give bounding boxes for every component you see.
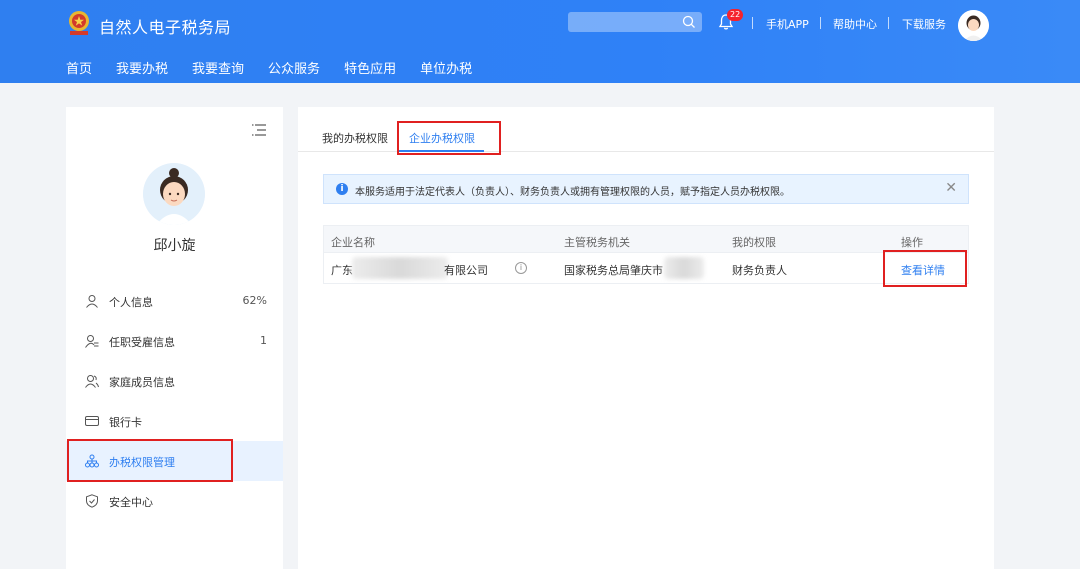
tab-bar: 我的办税权限 企业办税权限 xyxy=(298,107,994,152)
main-panel: 我的办税权限 企业办税权限 i 本服务适用于法定代表人（负责人）、财务负责人或拥… xyxy=(298,107,994,569)
app-title: 自然人电子税务局 xyxy=(99,18,232,37)
person-icon xyxy=(86,295,98,308)
tab-my-tax-permission[interactable]: 我的办税权限 xyxy=(322,130,388,146)
family-icon xyxy=(85,375,99,388)
tax-emblem-icon[interactable] xyxy=(66,9,92,37)
avatar-face-icon xyxy=(958,10,989,41)
my-permission: 财务负责人 xyxy=(732,264,787,277)
active-tab-indicator xyxy=(398,150,484,152)
sidebar-item-label: 任职受雇信息 xyxy=(109,336,175,349)
shield-icon xyxy=(86,494,98,508)
nav-file-tax[interactable]: 我要办税 xyxy=(116,58,168,77)
nav-public-services[interactable]: 公众服务 xyxy=(268,58,320,77)
header-divider xyxy=(888,17,889,29)
main-nav: 首页 我要办税 我要查询 公众服务 特色应用 单位办税 xyxy=(66,58,496,77)
user-avatar[interactable] xyxy=(958,10,989,41)
info-circle-icon[interactable]: i xyxy=(515,262,527,274)
sidebar-item-count: 1 xyxy=(260,334,267,347)
notice-text: 本服务适用于法定代表人（负责人）、财务负责人或拥有管理权限的人员，赋予指定人员办… xyxy=(355,187,790,198)
nav-featured-apps[interactable]: 特色应用 xyxy=(344,58,396,77)
table-row: 广东 有限公司 i 国家税务总局肇庆市 财务负责人 查看详情 xyxy=(323,253,969,284)
avatar-face-icon xyxy=(143,163,205,225)
help-center-link[interactable]: 帮助中心 xyxy=(833,16,877,32)
nav-query[interactable]: 我要查询 xyxy=(192,58,244,77)
enterprise-table: 企业名称 主管税务机关 我的权限 操作 广东 有限公司 i 国家税务总局肇庆市 … xyxy=(323,225,969,284)
column-header-permission: 我的权限 xyxy=(732,236,776,249)
sidebar-item-bank-card[interactable]: 银行卡 xyxy=(66,401,283,441)
sidebar-item-label: 银行卡 xyxy=(109,416,142,429)
sidebar-item-security[interactable]: 安全中心 xyxy=(66,481,283,521)
notification-badge: 22 xyxy=(727,9,744,21)
mobile-app-link[interactable]: 手机APP xyxy=(766,16,809,32)
tax-authority: 国家税务总局肇庆市 xyxy=(564,264,663,277)
notice-banner: i 本服务适用于法定代表人（负责人）、财务负责人或拥有管理权限的人员，赋予指定人… xyxy=(323,174,969,204)
bank-card-icon xyxy=(85,416,99,426)
profile-name: 邱小旋 xyxy=(153,238,196,254)
sidebar: 邱小旋 个人信息 62% 任职受雇信息 1 家庭成员信息 银行卡 办税权限管理 … xyxy=(66,107,283,569)
sidebar-item-label: 个人信息 xyxy=(109,296,153,309)
tab-enterprise-tax-permission[interactable]: 企业办税权限 xyxy=(409,130,475,146)
menu-toggle-icon[interactable] xyxy=(252,124,266,136)
view-details-link[interactable]: 查看详情 xyxy=(901,262,945,278)
sidebar-item-count: 62% xyxy=(242,294,267,307)
column-header-tax-authority: 主管税务机关 xyxy=(564,236,630,249)
company-name-suffix: 有限公司 xyxy=(444,264,488,277)
company-name-prefix: 广东 xyxy=(331,264,353,277)
sidebar-item-personal-info[interactable]: 个人信息 62% xyxy=(66,281,283,321)
info-icon: i xyxy=(336,183,348,195)
redacted-tax-authority xyxy=(664,257,704,279)
nav-home[interactable]: 首页 xyxy=(66,58,92,77)
column-header-company: 企业名称 xyxy=(331,236,375,249)
org-tree-icon xyxy=(85,454,99,468)
profile-avatar xyxy=(143,163,205,225)
header-bar: 自然人电子税务局 22 手机APP 帮助中心 下载服务 首页 我要办税 我要查询… xyxy=(0,0,1080,83)
sidebar-item-label: 家庭成员信息 xyxy=(109,376,175,389)
sidebar-item-label: 安全中心 xyxy=(109,496,153,509)
redacted-company-name xyxy=(352,257,448,279)
table-header: 企业名称 主管税务机关 我的权限 操作 xyxy=(323,225,969,253)
header-divider xyxy=(752,17,753,29)
person-list-icon xyxy=(85,335,99,348)
download-service-link[interactable]: 下载服务 xyxy=(902,16,946,32)
sidebar-item-family[interactable]: 家庭成员信息 xyxy=(66,361,283,401)
search-icon[interactable] xyxy=(682,15,696,29)
header-divider xyxy=(820,17,821,29)
search-input[interactable] xyxy=(568,12,702,32)
sidebar-item-label: 办税权限管理 xyxy=(109,456,175,469)
close-icon[interactable]: ✕ xyxy=(945,181,957,195)
nav-employer-tax[interactable]: 单位办税 xyxy=(420,58,472,77)
column-header-action: 操作 xyxy=(901,236,923,249)
sidebar-item-employment[interactable]: 任职受雇信息 1 xyxy=(66,321,283,361)
sidebar-item-tax-permission[interactable]: 办税权限管理 xyxy=(66,441,283,481)
